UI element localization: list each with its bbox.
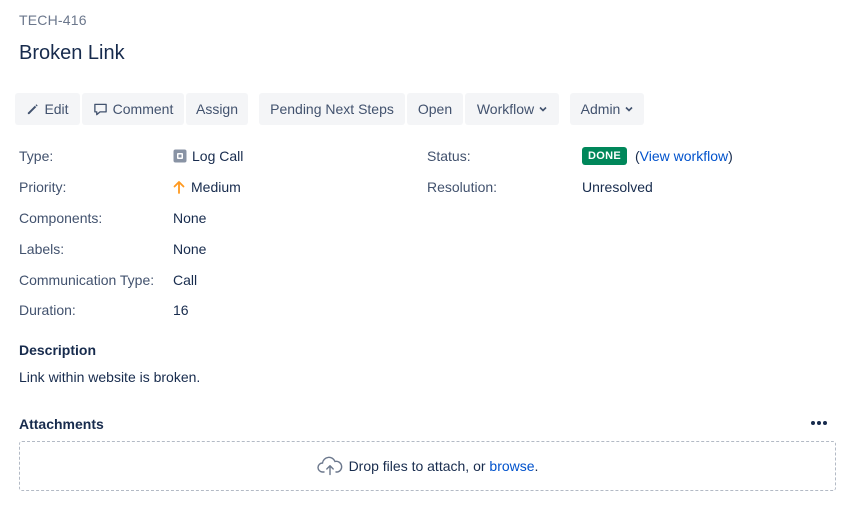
ellipsis-icon: [823, 421, 827, 425]
type-text: Log Call: [192, 148, 244, 164]
description-heading: Description: [19, 342, 97, 358]
labels-label: Labels:: [19, 241, 65, 257]
arrow-up-icon: [173, 180, 185, 194]
duration-value: 16: [173, 302, 189, 318]
components-value: None: [173, 210, 207, 226]
admin-dropdown[interactable]: Admin: [570, 93, 644, 125]
drop-files-text: Drop files to attach, or: [348, 458, 490, 474]
ellipsis-icon: [817, 421, 821, 425]
status-value: DONE ( View workflow ): [582, 147, 733, 165]
edit-label: Edit: [44, 101, 69, 117]
type-value: Log Call: [173, 148, 243, 164]
browse-link[interactable]: browse: [489, 458, 534, 474]
priority-text: Medium: [191, 179, 241, 195]
status-label: Status:: [427, 148, 471, 164]
close-paren: ): [728, 148, 733, 164]
pending-next-steps-label: Pending Next Steps: [270, 101, 394, 117]
view-workflow-link[interactable]: View workflow: [640, 148, 728, 164]
status-badge: DONE: [582, 147, 627, 165]
speech-bubble-icon: [93, 102, 108, 117]
resolution-label: Resolution:: [427, 179, 498, 195]
chevron-down-icon: [625, 106, 633, 112]
communication-type-value: Call: [173, 272, 198, 288]
chevron-down-icon: [539, 106, 547, 112]
pending-next-steps-button[interactable]: Pending Next Steps: [259, 93, 405, 125]
assign-label: Assign: [195, 101, 239, 117]
cloud-upload-icon: [316, 456, 343, 476]
drop-period: .: [534, 458, 539, 474]
resolution-value: Unresolved: [582, 179, 653, 195]
open-label: Open: [417, 101, 453, 117]
workflow-dropdown[interactable]: Workflow: [465, 93, 559, 125]
duration-label: Duration:: [19, 302, 76, 318]
description-text[interactable]: Link within website is broken.: [19, 369, 200, 385]
issue-key[interactable]: TECH-416: [19, 12, 87, 28]
ellipsis-icon: [811, 421, 815, 425]
components-label: Components:: [19, 210, 103, 226]
attachments-heading: Attachments: [19, 416, 104, 432]
communication-type-label: Communication Type:: [19, 272, 155, 288]
open-button[interactable]: Open: [407, 93, 463, 125]
more-options-button[interactable]: [809, 414, 829, 432]
issue-title[interactable]: Broken Link: [19, 42, 125, 65]
labels-value: None: [173, 241, 207, 257]
log-call-icon: [173, 149, 187, 163]
assign-button[interactable]: Assign: [186, 93, 248, 125]
priority-label: Priority:: [19, 179, 67, 195]
priority-value: Medium: [173, 179, 241, 195]
workflow-label: Workflow: [476, 101, 535, 117]
comment-button[interactable]: Comment: [82, 93, 184, 125]
comment-label: Comment: [112, 101, 174, 117]
edit-button[interactable]: Edit: [15, 93, 80, 125]
attachment-dropzone[interactable]: Drop files to attach, or browse .: [19, 441, 836, 491]
pencil-icon: [26, 103, 39, 116]
type-label: Type:: [19, 148, 54, 164]
admin-label: Admin: [580, 101, 621, 117]
